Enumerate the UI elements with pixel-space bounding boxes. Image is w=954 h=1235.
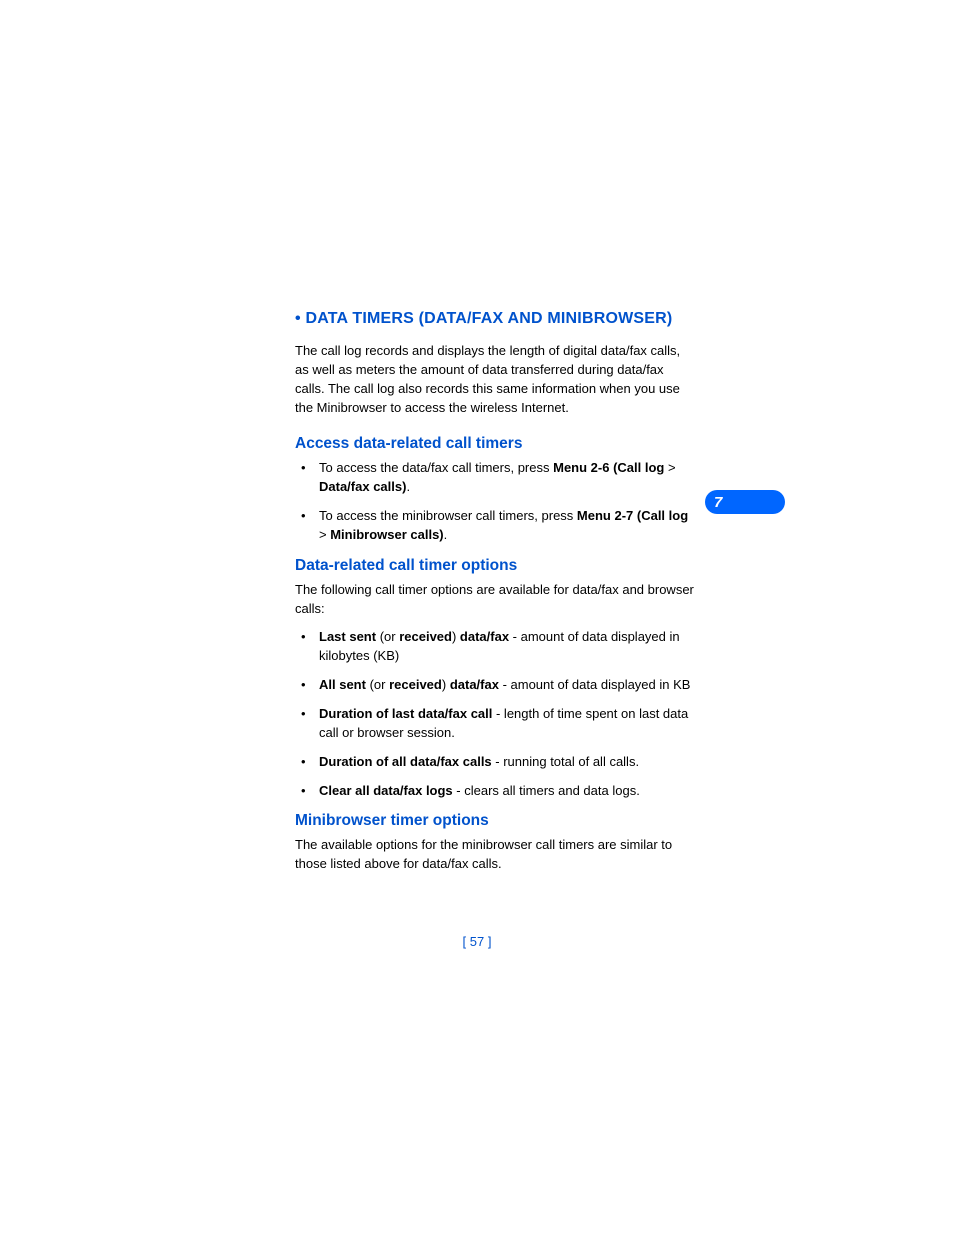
list-item: To access the minibrowser call timers, p… (295, 507, 695, 545)
bold-text: Last sent (319, 629, 376, 644)
page-content: • DATA TIMERS (DATA/FAX AND MINIBROWSER)… (295, 310, 695, 884)
bold-text: Menu 2-7 (Call log (577, 508, 688, 523)
list-item: Clear all data/fax logs - clears all tim… (295, 782, 695, 801)
text: - running total of all calls. (492, 754, 639, 769)
text: > (319, 527, 330, 542)
text: To access the data/fax call timers, pres… (319, 460, 553, 475)
main-intro: The call log records and displays the le… (295, 342, 695, 417)
chapter-tab: 7 (705, 490, 785, 514)
bold-text: Duration of last data/fax call (319, 706, 492, 721)
text: (or (376, 629, 399, 644)
text: ) (442, 677, 450, 692)
options-heading: Data-related call timer options (295, 557, 695, 575)
text: . (406, 479, 410, 494)
bold-text: data/fax (450, 677, 499, 692)
text: > (664, 460, 675, 475)
list-item: All sent (or received) data/fax - amount… (295, 676, 695, 695)
main-heading: • DATA TIMERS (DATA/FAX AND MINIBROWSER) (295, 310, 695, 328)
bold-text: Duration of all data/fax calls (319, 754, 492, 769)
options-list: Last sent (or received) data/fax - amoun… (295, 628, 695, 800)
text: . (444, 527, 448, 542)
options-intro: The following call timer options are ava… (295, 581, 695, 619)
bold-text: Minibrowser calls) (330, 527, 443, 542)
list-item: Last sent (or received) data/fax - amoun… (295, 628, 695, 666)
access-heading: Access data-related call timers (295, 435, 695, 453)
minibrowser-heading: Minibrowser timer options (295, 812, 695, 830)
list-item: Duration of last data/fax call - length … (295, 705, 695, 743)
text: (or (366, 677, 389, 692)
bold-text: received (389, 677, 442, 692)
chapter-number: 7 (714, 494, 722, 511)
text: - amount of data displayed in KB (499, 677, 691, 692)
bold-text: Menu 2-6 (Call log (553, 460, 664, 475)
bold-text: Data/fax calls) (319, 479, 406, 494)
bold-text: All sent (319, 677, 366, 692)
list-item: Duration of all data/fax calls - running… (295, 753, 695, 772)
page-number: [ 57 ] (0, 934, 954, 949)
list-item: To access the data/fax call timers, pres… (295, 459, 695, 497)
text: - clears all timers and data logs. (453, 783, 640, 798)
minibrowser-intro: The available options for the minibrowse… (295, 836, 695, 874)
text: ) (452, 629, 460, 644)
bold-text: received (399, 629, 452, 644)
bold-text: Clear all data/fax logs (319, 783, 453, 798)
bold-text: data/fax (460, 629, 509, 644)
text: To access the minibrowser call timers, p… (319, 508, 577, 523)
access-list: To access the data/fax call timers, pres… (295, 459, 695, 544)
